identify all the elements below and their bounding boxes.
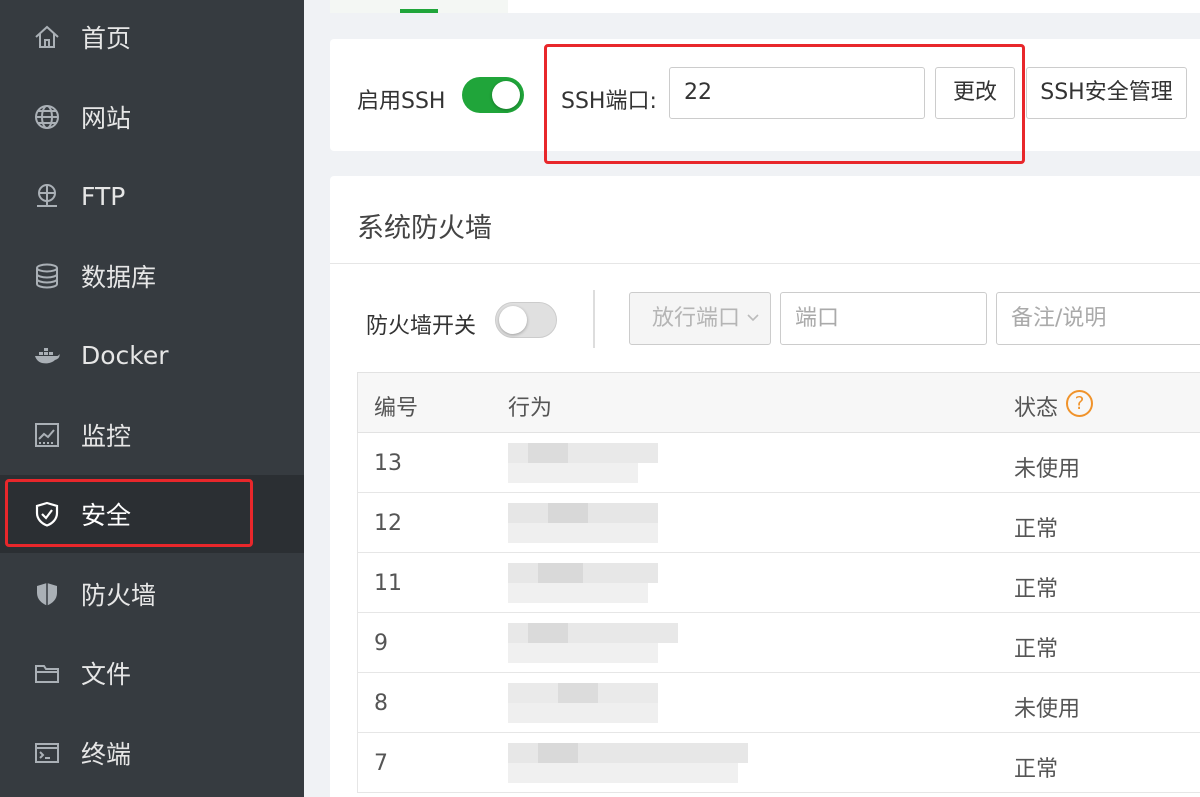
cell-id: 9 [374,631,388,656]
table-row[interactable]: 9 正常 [357,613,1200,673]
sidebar-item-label: 文件 [81,660,132,689]
port-input[interactable]: 端口 [780,292,987,345]
sidebar-item-ftp[interactable]: FTP [0,157,304,235]
enable-ssh-label: 启用SSH [357,89,446,114]
active-tab-indicator [400,9,438,13]
sidebar-item-label: FTP [81,181,126,211]
ssh-security-manage-button[interactable]: SSH安全管理 [1026,67,1187,119]
active-item-highlight [5,479,253,547]
sidebar-item-terminal[interactable]: 终端 [0,714,304,792]
table-row[interactable]: 7 正常 [357,733,1200,793]
cell-id: 8 [374,691,388,716]
sidebar-item-label: 网站 [81,104,132,133]
globe-icon [32,102,62,132]
ftp-icon [32,181,62,211]
sidebar-item-monitor[interactable]: 监控 [0,396,304,474]
help-icon[interactable]: ? [1066,390,1093,417]
home-icon [32,22,62,52]
table-row[interactable]: 12 正常 [357,493,1200,553]
sidebar: 首页 网站 FTP 数据库 Docker 监控 安全 防火墙 文件 终端 [0,0,304,797]
firewall-toggle[interactable] [495,302,557,338]
table-row[interactable]: 8 未使用 [357,673,1200,733]
col-action-header: 行为 [508,396,553,421]
sidebar-item-label: 终端 [81,740,132,769]
docker-icon [32,340,62,370]
folder-icon [32,658,62,688]
cell-status: 未使用 [1014,457,1081,482]
table-row[interactable]: 11 正常 [357,553,1200,613]
note-input[interactable]: 备注/说明 [996,292,1200,345]
cell-id: 13 [374,451,402,476]
sidebar-item-label: 首页 [81,24,132,53]
sidebar-item-label: 防火墙 [81,581,157,610]
separator [593,290,595,348]
sidebar-item-website[interactable]: 网站 [0,78,304,156]
ssh-toggle[interactable] [462,77,524,113]
divider [330,263,1200,264]
table-header: 编号 行为 状态 ? [357,372,1200,433]
monitor-icon [32,420,62,450]
rule-type-select[interactable]: 放行端口 [629,292,771,345]
sidebar-item-firewall[interactable]: 防火墙 [0,555,304,633]
col-status-header: 状态 [1014,396,1059,421]
cell-status: 正常 [1014,757,1059,782]
terminal-icon [32,738,62,768]
sidebar-item-label: 数据库 [81,263,157,292]
cell-id: 11 [374,571,402,596]
cell-status: 未使用 [1014,697,1081,722]
col-id-header: 编号 [374,396,419,421]
cell-status: 正常 [1014,637,1059,662]
ssh-port-highlight [544,44,1025,164]
firewall-title: 系统防火墙 [357,213,492,244]
cell-status: 正常 [1014,577,1059,602]
chevron-down-icon [746,311,760,328]
rule-type-value: 放行端口 [652,306,741,331]
cell-status: 正常 [1014,517,1059,542]
database-icon [32,261,62,291]
cell-id: 12 [374,511,402,536]
sidebar-item-docker[interactable]: Docker [0,316,304,394]
sidebar-item-database[interactable]: 数据库 [0,237,304,315]
sidebar-item-label: 监控 [81,422,132,451]
cell-id: 7 [374,751,388,776]
table-row[interactable]: 13 未使用 [357,433,1200,493]
sidebar-item-home[interactable]: 首页 [0,0,304,76]
top-tab-strip [330,0,1200,13]
sidebar-item-label: Docker [81,340,169,370]
firewall-switch-label: 防火墙开关 [366,314,477,339]
shield-icon [32,579,62,609]
sidebar-item-files[interactable]: 文件 [0,634,304,712]
